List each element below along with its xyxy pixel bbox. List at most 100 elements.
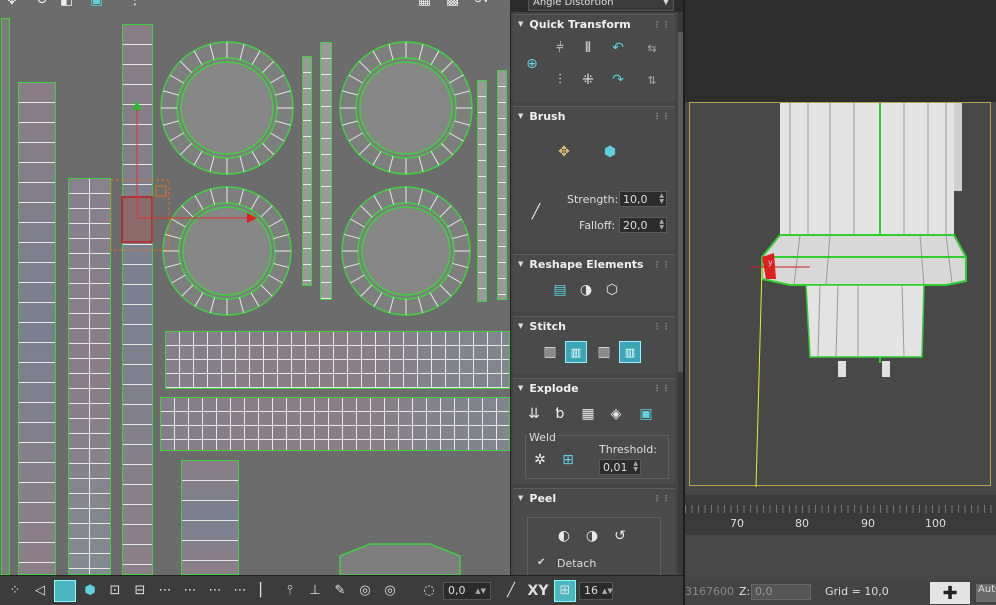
weld-all-icon[interactable]: ⊞ (557, 449, 579, 471)
flatten-icon[interactable]: ▣ (635, 403, 657, 425)
rotate-angle-value: 0,0 (448, 584, 466, 597)
rotate-cw-icon[interactable]: ↷ (607, 69, 629, 91)
line-tool-icon[interactable]: ╱ (500, 580, 522, 602)
uv-shell[interactable] (181, 460, 239, 575)
spinner-arrows-icon[interactable]: ▲▼ (602, 587, 613, 595)
uv-ring-shells[interactable] (0, 0, 510, 575)
quick-peel-icon[interactable]: ◐ (553, 525, 575, 547)
stitch-source-icon[interactable]: ▥ (593, 341, 615, 363)
rollout-title: Stitch (529, 319, 566, 333)
paint-select-icon[interactable]: ✎ (329, 580, 351, 602)
distortion-mode-dropdown[interactable]: Angle Distortion ▼ (528, 0, 674, 11)
brush-line-icon[interactable]: ╱ (525, 201, 547, 223)
weld-selected-icon[interactable]: ✲ (529, 449, 551, 471)
snap-value: 16 (584, 584, 598, 597)
add-time-tag-button[interactable]: ✚ (930, 582, 970, 604)
rollout-peel: ▼ Peel ⋮⋮ ◐ ◑ ↺ ✔ Detach (513, 488, 675, 579)
uv-editor-canvas[interactable] (0, 0, 510, 575)
checker-pattern-icon[interactable]: ▩ (446, 0, 464, 10)
align-edge-icon[interactable]: ⊥ (304, 580, 326, 602)
rollout-header[interactable]: ▼ Brush ⋮⋮ (513, 107, 675, 125)
timeline-ruler[interactable]: 70 80 90 100 (685, 495, 996, 535)
rollout-header[interactable]: ▼ Stitch ⋮⋮ (513, 317, 675, 335)
stitch-average-icon[interactable]: ▥ (619, 341, 641, 363)
vertex-mode-icon[interactable]: ⁘ (4, 580, 26, 602)
rotate-angle-spinner[interactable]: 0,0 ▲▼ (443, 581, 491, 600)
rollout-title: Explode (529, 381, 579, 395)
align-center-icon[interactable]: ⊕ (521, 53, 543, 75)
stitch-target-icon[interactable]: ▥ (565, 341, 587, 363)
rollout-brush: ▼ Brush ⋮⋮ ✥ ⬢ ╱ Strength: 10,0 ▲ ▼ Falloff:… (513, 106, 675, 250)
axis-label[interactable]: XY (525, 580, 551, 602)
spinner-arrows-icon[interactable]: ▲▼ (659, 193, 664, 205)
checker-icon[interactable]: ▦ (418, 0, 436, 10)
uv-shell[interactable] (497, 70, 507, 300)
explode-by-material-icon[interactable]: ◈ (605, 403, 627, 425)
select-shrink-icon[interactable]: ⊟ (129, 580, 151, 602)
paint-shrink-icon[interactable]: ◎ (379, 580, 401, 602)
rotate-angle-icon[interactable]: ◌ (418, 580, 440, 602)
relax-icon[interactable]: ◑ (575, 279, 597, 301)
uv-shell[interactable] (302, 56, 312, 286)
edge-select-icon[interactable]: ▏ (254, 580, 276, 602)
rotate-icon[interactable]: ↻ (36, 0, 54, 10)
element-mode-icon[interactable]: ⬢ (79, 580, 101, 602)
z-coordinate-field[interactable]: 0,0 (751, 584, 811, 600)
space-horizontal-icon[interactable]: ⦀ (577, 37, 599, 59)
align-horizontal-icon[interactable]: ⫩ (549, 37, 571, 59)
paint-grow-icon[interactable]: ◎ (354, 580, 376, 602)
detach-edges-icon[interactable]: ƅ (549, 403, 571, 425)
brush-move-icon[interactable]: ✥ (553, 141, 575, 163)
move-icon[interactable]: ✥ (6, 0, 24, 10)
strength-spinner[interactable]: 10,0 ▲ ▼ (619, 191, 667, 207)
rollout-header[interactable]: ▼ Peel ⋮⋮ (513, 489, 675, 507)
flip-horizontal-icon[interactable]: ⇆ (641, 37, 663, 59)
peel-mode-icon[interactable]: ◑ (581, 525, 603, 547)
cube-icon[interactable]: ⬡ (601, 279, 623, 301)
snap-icon[interactable]: ⊞ (554, 579, 576, 602)
uv-bottom-toolbar: ⁘ ◁ ⬢ ⊡ ⊟ ⋯ ⋯ ⋯ ⋯ ▏ ⫯ ⊥ ✎ ◎ ◎ ◌ 0,0 ▲▼ ╱ … (0, 575, 683, 605)
mesh-model[interactable]: y (690, 103, 992, 487)
threshold-spinner[interactable]: 0,01 ▲ ▼ (599, 459, 641, 475)
perspective-viewport[interactable]: y 70 80 90 100 3167600 Z: 0,0 Grid = 10,… (683, 0, 996, 605)
snap-spinner[interactable]: 16 ▲▼ (579, 581, 613, 600)
rotate-ccw-icon[interactable]: ↶ (607, 37, 629, 59)
freeform-icon[interactable]: ◧ (60, 0, 78, 10)
auto-key-button[interactable]: Auto (976, 584, 996, 602)
loop-grow-icon[interactable]: ⋯ (179, 580, 201, 602)
break-icon[interactable]: ⇊ (523, 403, 545, 425)
mirror-icon[interactable]: ▣ (90, 0, 108, 10)
falloff-spinner[interactable]: 20,0 ▲ ▼ (619, 217, 667, 233)
detach-checkbox[interactable]: ✔ (537, 557, 545, 568)
loop-icon[interactable]: ⋯ (154, 580, 176, 602)
ring-grow-icon[interactable]: ⋯ (229, 580, 251, 602)
rollout-header[interactable]: ▼ Quick Transform ⋮⋮ (513, 15, 675, 33)
reset-peel-icon[interactable]: ↺ (609, 525, 631, 547)
align-vertical-icon[interactable]: ⫶ (549, 69, 571, 91)
straighten-icon[interactable]: ▤ (549, 279, 571, 301)
uv-shell[interactable] (160, 397, 510, 451)
spinner-arrows-icon[interactable]: ▲▼ (633, 461, 638, 473)
uv-label-icon[interactable]: UV (474, 0, 492, 10)
uv-shell[interactable] (477, 80, 487, 302)
uv-shell[interactable] (165, 331, 510, 389)
spinner-arrows-icon[interactable]: ▲▼ (475, 587, 486, 595)
select-expand-icon[interactable]: ⊡ (104, 580, 126, 602)
explode-by-smoothing-icon[interactable]: ▦ (577, 403, 599, 425)
flip-vertical-icon[interactable]: ⇅ (641, 69, 663, 91)
space-vertical-icon[interactable]: ⁜ (577, 69, 599, 91)
spinner-arrows-icon[interactable]: ▲▼ (659, 219, 664, 231)
distortion-mode-value: Angle Distortion (533, 0, 614, 8)
ring-icon[interactable]: ⋯ (204, 580, 226, 602)
status-bar: 3167600 Z: 0,0 Grid = 10,0 ✚ Auto (685, 580, 996, 605)
edge-mode-icon[interactable]: ◁ (29, 580, 51, 602)
viewport-frame[interactable]: y (689, 102, 992, 487)
options-icon[interactable]: ⋮ (128, 0, 146, 10)
point-to-point-icon[interactable]: ⫯ (279, 580, 301, 602)
stitch-custom-icon[interactable]: ▥ (539, 341, 561, 363)
face-mode-icon[interactable] (54, 579, 76, 602)
rollout-header[interactable]: ▼ Reshape Elements ⋮⋮ (513, 255, 675, 273)
brush-relax-icon[interactable]: ⬢ (599, 141, 621, 163)
rollout-header[interactable]: ▼ Explode ⋮⋮ (513, 379, 675, 397)
uv-shell[interactable] (320, 42, 332, 300)
